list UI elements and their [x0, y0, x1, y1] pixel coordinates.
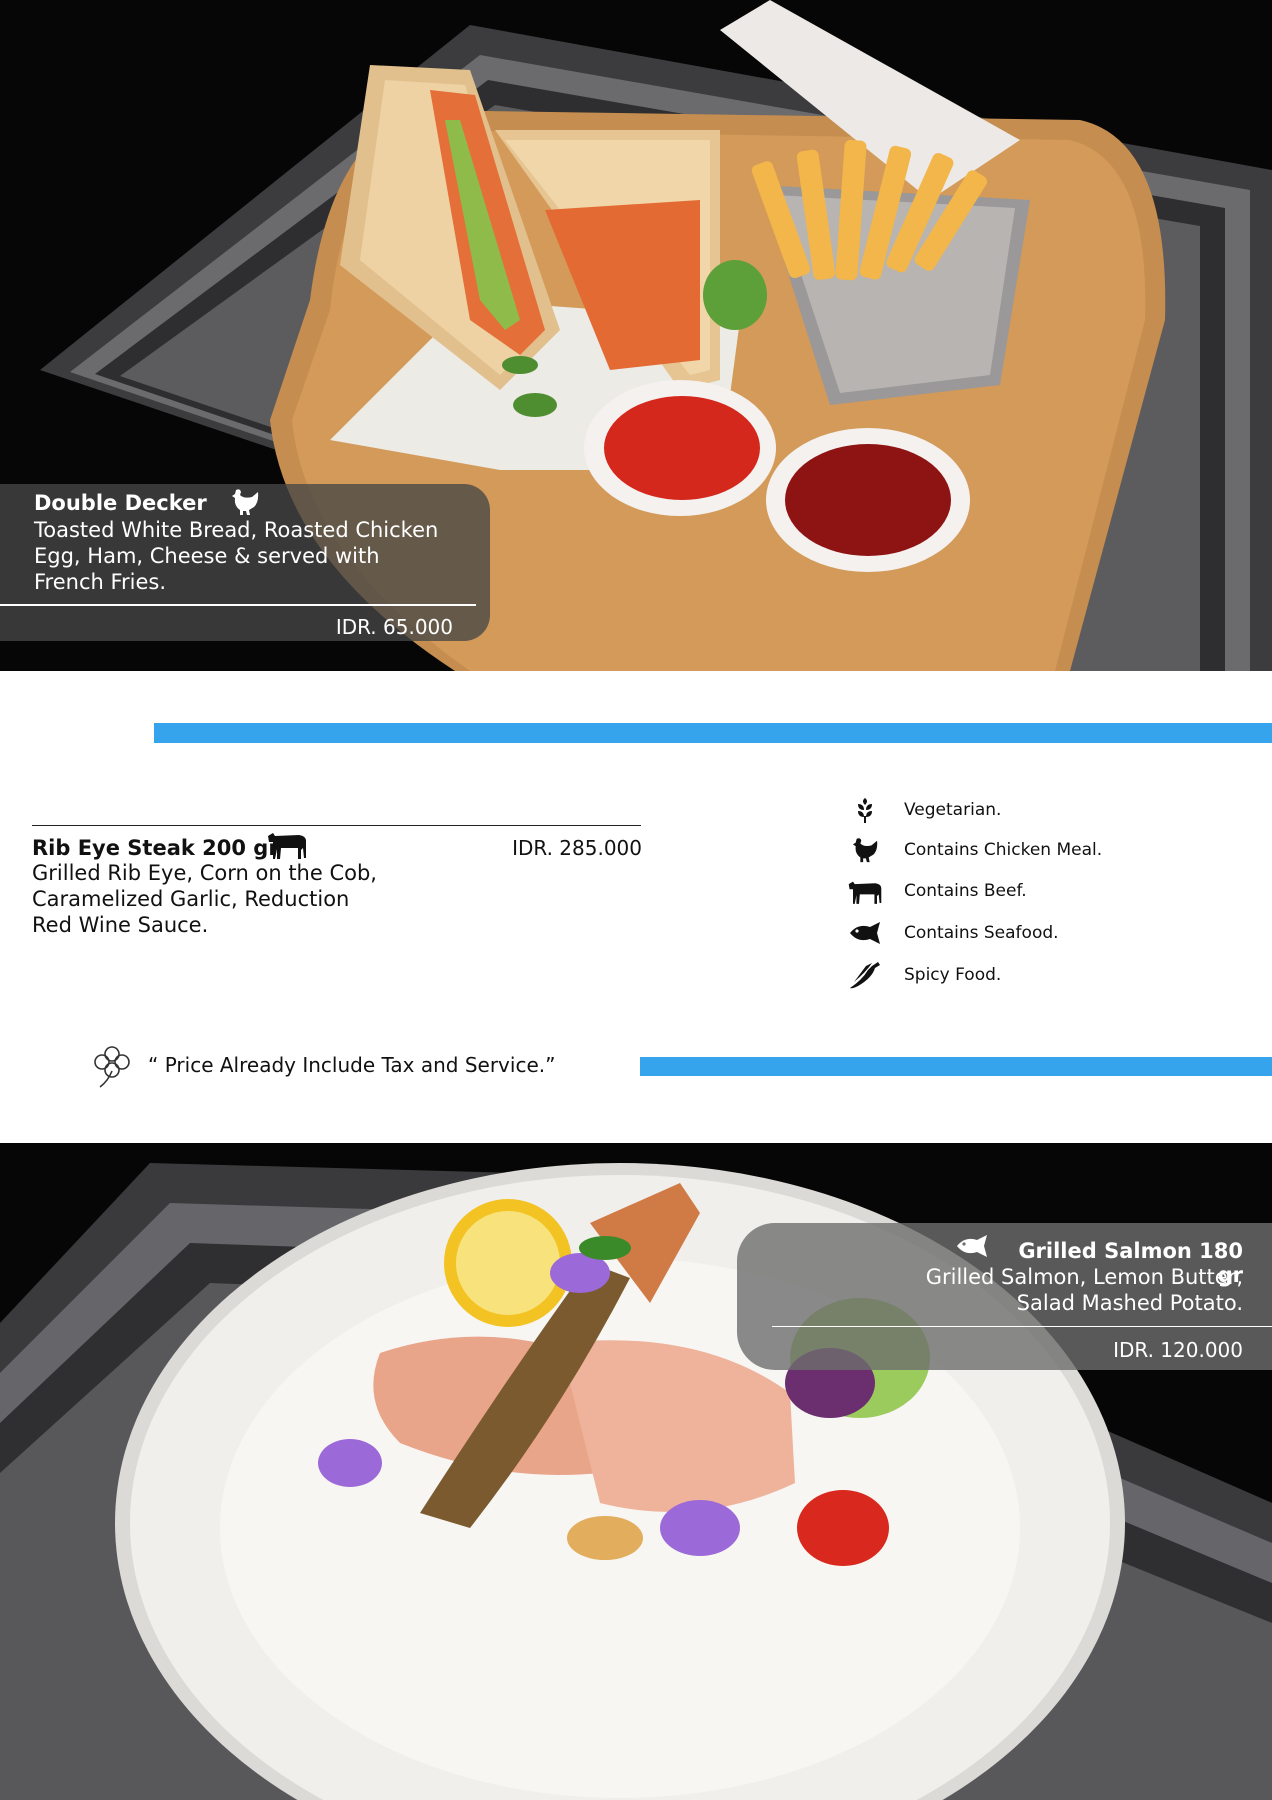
- grilled-salmon-price: IDR. 120.000: [1113, 1338, 1243, 1362]
- clover-icon: [92, 1043, 132, 1093]
- legend-item-spicy: Spicy Food.: [846, 960, 1001, 990]
- fish-icon: [846, 918, 884, 948]
- legend-item-chicken: Contains Chicken Meal.: [846, 835, 1102, 865]
- divider: [0, 604, 476, 606]
- rib-eye-desc-line: Caramelized Garlic, Reduction: [32, 887, 350, 911]
- rib-eye-desc-line: Red Wine Sauce.: [32, 913, 209, 937]
- legend-item-beef: Contains Beef.: [846, 876, 1027, 906]
- double-decker-desc-line: Egg, Ham, Cheese & served with: [34, 544, 380, 568]
- legend-label: Vegetarian.: [904, 800, 1002, 820]
- rib-eye-price: IDR. 285.000: [512, 836, 642, 860]
- chili-icon: [846, 960, 884, 990]
- tax-service-notice: “ Price Already Include Tax and Service.…: [148, 1053, 556, 1077]
- beef-icon: [266, 828, 308, 864]
- divider: [772, 1326, 1272, 1327]
- legend-item-vegetarian: Vegetarian.: [846, 795, 1001, 825]
- accent-bar: [640, 1057, 1272, 1076]
- rib-eye-desc-line: Grilled Rib Eye, Corn on the Cob,: [32, 861, 377, 885]
- legend-label: Contains Seafood.: [904, 923, 1059, 943]
- double-decker-desc-line: French Fries.: [34, 570, 167, 594]
- chicken-icon: [230, 488, 260, 520]
- legend-item-seafood: Contains Seafood.: [846, 918, 1059, 948]
- grilled-salmon-desc-line: Salad Mashed Potato.: [1016, 1291, 1243, 1315]
- divider: [32, 825, 641, 826]
- legend-label: Spicy Food.: [904, 965, 1002, 985]
- double-decker-desc-line: Toasted White Bread, Roasted Chicken: [34, 518, 439, 542]
- double-decker-price: IDR. 65.000: [335, 615, 453, 639]
- vegetarian-icon: [846, 795, 884, 825]
- legend-label: Contains Beef.: [904, 881, 1027, 901]
- fish-icon: [955, 1234, 989, 1262]
- rib-eye-title: Rib Eye Steak 200 gr: [32, 836, 279, 860]
- accent-bar: [154, 723, 1272, 743]
- double-decker-title: Double Decker: [34, 491, 207, 515]
- legend-label: Contains Chicken Meal.: [904, 840, 1103, 860]
- beef-icon: [846, 876, 884, 906]
- chicken-icon: [846, 835, 884, 865]
- grilled-salmon-desc-line: Grilled Salmon, Lemon Butter,: [925, 1265, 1243, 1289]
